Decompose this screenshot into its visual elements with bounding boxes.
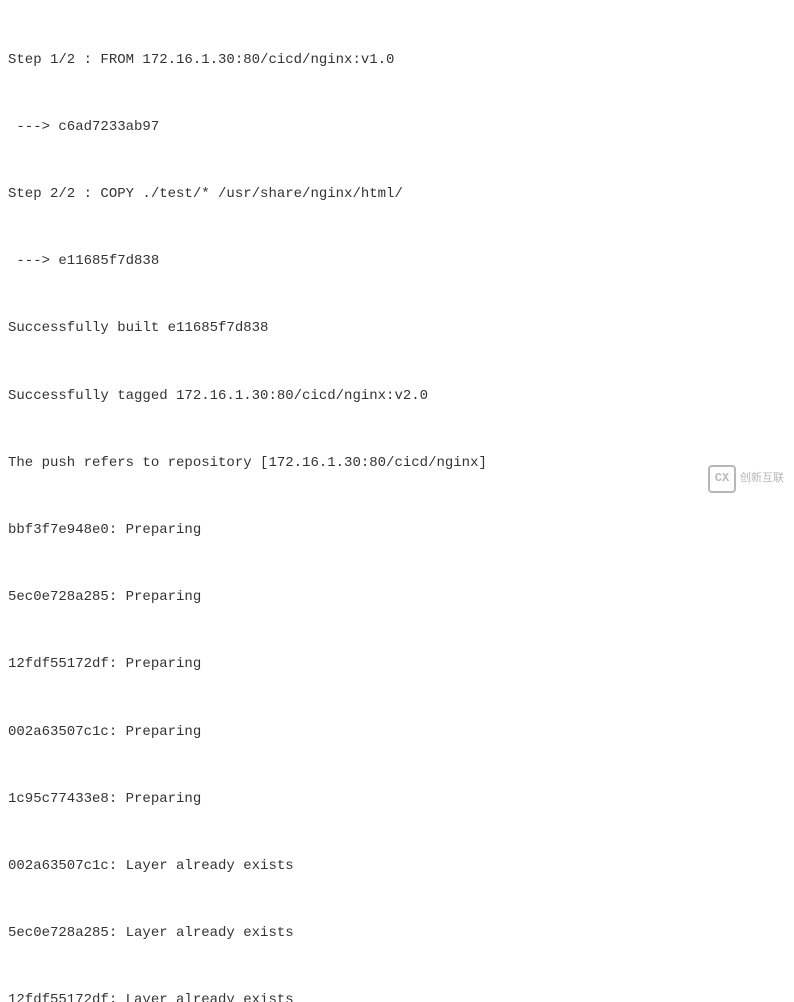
log-line: Step 1/2 : FROM 172.16.1.30:80/cicd/ngin… — [8, 49, 786, 71]
log-line: 002a63507c1c: Layer already exists — [8, 855, 786, 877]
watermark-brand: 创新互联 — [740, 470, 784, 488]
log-line: 12fdf55172df: Layer already exists — [8, 989, 786, 1002]
log-line: ---> e11685f7d838 — [8, 250, 786, 272]
log-line: The push refers to repository [172.16.1.… — [8, 452, 786, 474]
watermark-icon: CX — [708, 465, 736, 493]
log-line: 12fdf55172df: Preparing — [8, 653, 786, 675]
log-line: 5ec0e728a285: Layer already exists — [8, 922, 786, 944]
log-line: 002a63507c1c: Preparing — [8, 721, 786, 743]
log-line: ---> c6ad7233ab97 — [8, 116, 786, 138]
log-line: 5ec0e728a285: Preparing — [8, 586, 786, 608]
console-output: Step 1/2 : FROM 172.16.1.30:80/cicd/ngin… — [8, 4, 786, 1002]
log-line: Step 2/2 : COPY ./test/* /usr/share/ngin… — [8, 183, 786, 205]
log-line: Successfully tagged 172.16.1.30:80/cicd/… — [8, 385, 786, 407]
log-line: bbf3f7e948e0: Preparing — [8, 519, 786, 541]
log-line: Successfully built e11685f7d838 — [8, 317, 786, 339]
watermark: CX 创新互联 — [708, 465, 784, 493]
log-line: 1c95c77433e8: Preparing — [8, 788, 786, 810]
